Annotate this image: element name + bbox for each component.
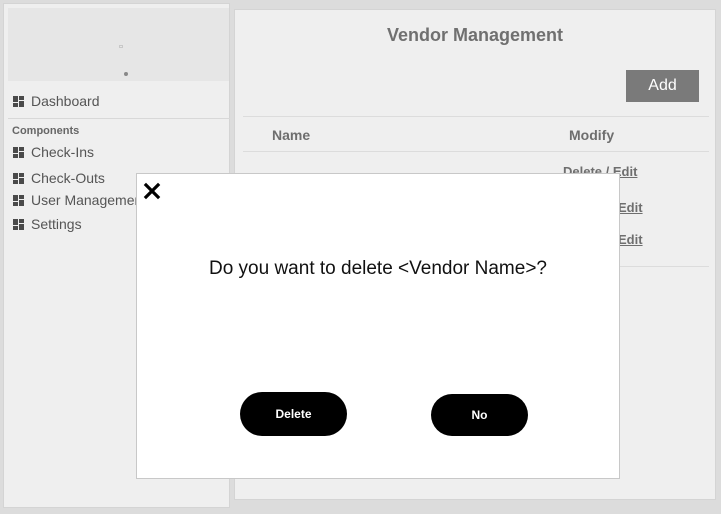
no-button[interactable]: No [431,394,528,436]
logo-dot [124,72,128,76]
column-header-name: Name [272,127,311,143]
sidebar-item-settings[interactable]: Settings [13,215,82,233]
dialog-message: Do you want to delete <Vendor Name>? [208,258,547,279]
sidebar-item-dashboard[interactable]: Dashboard [13,92,100,110]
delete-confirm-dialog: Do you want to delete <Vendor Name>? Del… [136,173,620,479]
divider [243,151,709,152]
column-header-modify: Modify [569,127,615,143]
sidebar-section-label: Components [12,125,80,137]
dashboard-icon [13,218,24,230]
delete-button[interactable]: Delete [240,392,347,436]
edit-link[interactable]: Edit [618,200,643,215]
sidebar-item-label: Check-Outs [31,170,105,186]
sidebar-item-check-ins[interactable]: Check-Ins [13,143,94,161]
page-title: Vendor Management [386,25,564,45]
dashboard-icon [13,146,24,158]
edit-link[interactable]: Edit [618,232,643,247]
sidebar-divider [8,118,230,119]
modify-cell: Edit [618,232,643,247]
sidebar-item-check-outs[interactable]: Check-Outs [13,169,105,187]
divider [243,116,709,117]
logo-placeholder [8,8,229,81]
dashboard-icon [13,95,24,107]
sidebar-item-user-management[interactable]: User Management [13,191,146,209]
logo-mark [119,45,123,48]
dashboard-icon [13,194,24,206]
sidebar-item-label: Settings [31,216,82,232]
sidebar-item-label: Check-Ins [31,144,95,160]
sidebar-item-label: User Management [31,192,147,208]
sidebar-item-label: Dashboard [31,93,100,109]
dashboard-icon [13,172,24,184]
modify-cell: Edit [618,200,643,215]
add-button[interactable]: Add [626,70,699,102]
close-icon[interactable] [143,182,161,200]
